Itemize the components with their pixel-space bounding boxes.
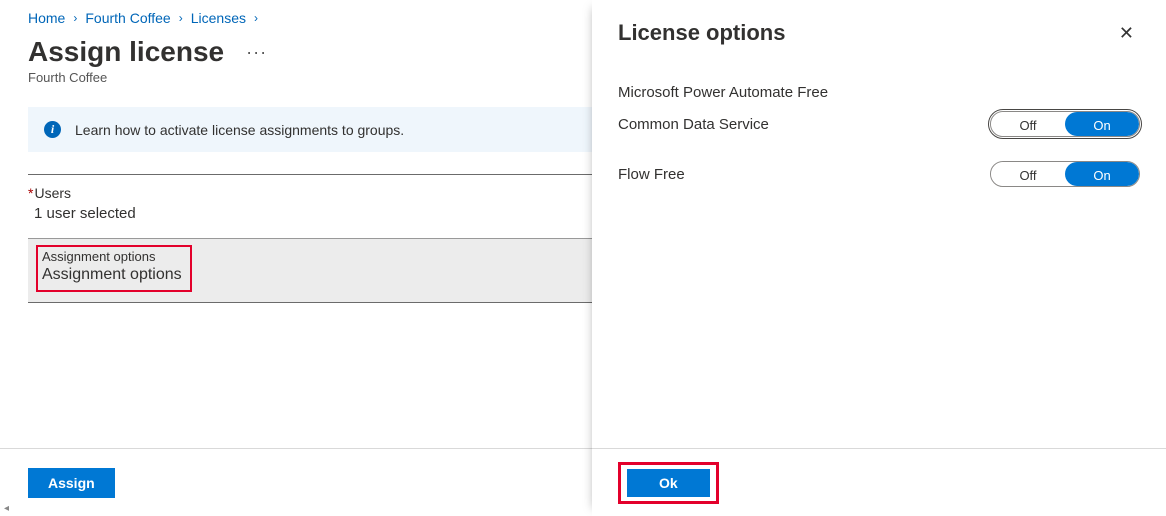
breadcrumb-licenses[interactable]: Licenses: [191, 10, 246, 26]
info-text: Learn how to activate license assignment…: [75, 122, 404, 138]
scroll-caret-icon: ◂: [4, 503, 9, 514]
assign-button[interactable]: Assign: [28, 468, 115, 498]
page-title: Assign license: [28, 36, 224, 68]
license-option-label: Flow Free: [618, 166, 685, 183]
chevron-right-icon: ›: [73, 11, 77, 25]
plan-name: Microsoft Power Automate Free: [618, 84, 1140, 101]
info-icon: i: [44, 121, 61, 138]
on-off-toggle[interactable]: OffOn: [990, 161, 1140, 187]
assignment-value: Assignment options: [42, 266, 182, 284]
breadcrumb-group[interactable]: Fourth Coffee: [85, 10, 170, 26]
info-banner: i Learn how to activate license assignme…: [28, 107, 592, 152]
toggle-on-button[interactable]: On: [1065, 112, 1139, 136]
on-off-toggle[interactable]: OffOn: [990, 111, 1140, 137]
breadcrumb-home[interactable]: Home: [28, 10, 65, 26]
assignment-label: Assignment options: [42, 249, 182, 264]
main-footer: Assign: [0, 448, 592, 516]
chevron-right-icon: ›: [254, 11, 258, 25]
assignment-options-row[interactable]: Assignment options Assignment options: [28, 238, 592, 303]
page-subtitle: Fourth Coffee: [0, 70, 592, 107]
users-value[interactable]: 1 user selected: [0, 205, 592, 238]
highlight-box: Ok: [618, 462, 719, 504]
highlight-box: Assignment options Assignment options: [36, 245, 192, 292]
license-options-panel: License options ✕ Microsoft Power Automa…: [592, 0, 1166, 516]
license-option-label: Common Data Service: [618, 116, 769, 133]
panel-footer: Ok: [592, 448, 1166, 516]
toggle-off-button[interactable]: Off: [991, 162, 1065, 186]
close-icon[interactable]: ✕: [1113, 20, 1140, 46]
required-star-icon: *: [28, 185, 33, 201]
toggle-on-button[interactable]: On: [1065, 162, 1139, 186]
main-pane: Home › Fourth Coffee › Licenses › Assign…: [0, 0, 592, 516]
breadcrumb: Home › Fourth Coffee › Licenses ›: [0, 0, 592, 26]
license-option-row: Flow Free OffOn: [618, 161, 1140, 187]
more-actions-button[interactable]: ···: [240, 39, 273, 65]
panel-title: License options: [618, 20, 785, 46]
chevron-right-icon: ›: [179, 11, 183, 25]
license-option-row: Common Data Service OffOn: [618, 111, 1140, 137]
toggle-off-button[interactable]: Off: [991, 112, 1065, 136]
ok-button[interactable]: Ok: [627, 469, 710, 497]
users-label: *Users: [0, 175, 592, 205]
